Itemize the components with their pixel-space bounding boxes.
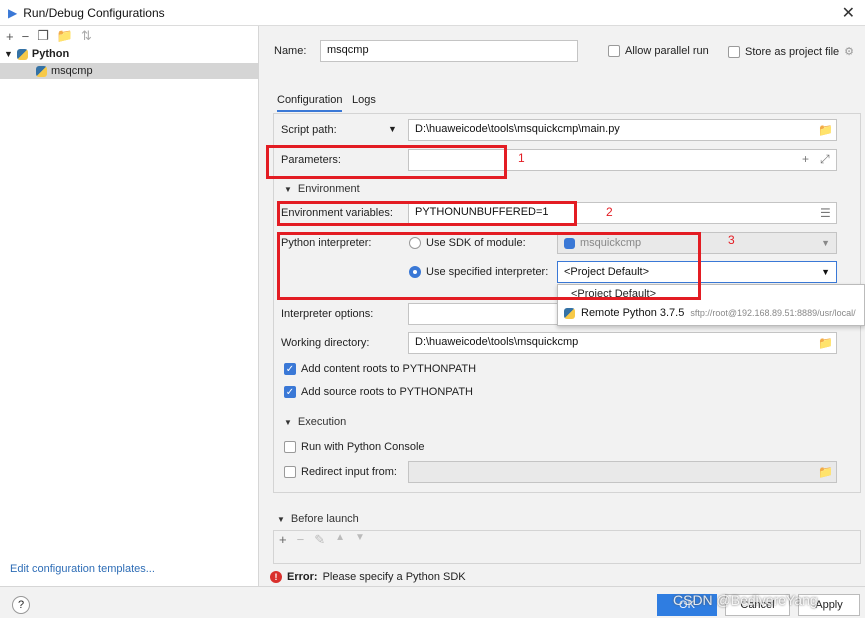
edit-icon[interactable]: ✎ <box>314 532 325 548</box>
copy-icon[interactable]: ❐ <box>37 28 49 44</box>
annotation-box-2 <box>277 201 577 226</box>
script-path-input[interactable]: D:\huaweicode\tools\msquickcmp\main.py <box>408 119 837 141</box>
window-title: Run/Debug Configurations <box>23 6 165 20</box>
tree-toolbar: + − ❐ 📁 ⇅ <box>0 26 259 46</box>
add-icon[interactable]: + <box>279 532 287 548</box>
allow-parallel-checkbox[interactable]: Allow parallel run <box>608 45 709 57</box>
tree-group-python[interactable]: ▼ Python <box>4 46 69 62</box>
list-icon[interactable]: ☰ <box>820 206 831 220</box>
close-icon[interactable]: ✕ <box>842 3 855 23</box>
folder-icon[interactable]: 📁 <box>57 28 73 44</box>
check-icon: ✓ <box>284 363 296 375</box>
script-path-label: Script path: <box>281 124 337 136</box>
error-icon: ! <box>270 571 282 583</box>
title-bar: ▶ Run/Debug Configurations ✕ <box>0 0 865 26</box>
sort-icon[interactable]: ⇅ <box>81 28 92 44</box>
remove-icon[interactable]: − <box>297 532 305 548</box>
add-source-roots-checkbox[interactable]: ✓ Add source roots to PYTHONPATH <box>284 386 473 398</box>
name-label: Name: <box>274 45 307 57</box>
working-directory-input[interactable]: D:\huaweicode\tools\msquickcmp <box>408 332 837 354</box>
environment-section[interactable]: ▼ Environment <box>284 183 360 195</box>
annotation-number-3: 3 <box>728 233 735 247</box>
chevron-down-icon: ▼ <box>821 238 830 248</box>
chevron-down-icon: ▼ <box>277 514 285 524</box>
annotation-number-1: 1 <box>518 151 525 165</box>
watermark: CSDN @BedivereYang <box>673 592 818 608</box>
working-directory-label: Working directory: <box>281 337 370 349</box>
folder-icon[interactable]: 📁 <box>818 465 833 479</box>
store-project-checkbox[interactable]: Store as project file ⚙ <box>728 45 854 58</box>
expand-icon[interactable]: ⤢ <box>820 152 830 167</box>
name-input[interactable]: msqcmp <box>320 40 578 62</box>
move-up-icon[interactable]: ▲ <box>335 532 345 548</box>
chevron-down-icon: ▼ <box>284 417 292 427</box>
redirect-input-field[interactable] <box>408 461 837 483</box>
before-launch-toolbar: + − ✎ ▲ ▼ <box>279 532 365 548</box>
add-content-roots-checkbox[interactable]: ✓ Add content roots to PYTHONPATH <box>284 363 476 375</box>
python-console-checkbox[interactable]: Run with Python Console <box>284 441 425 453</box>
remove-icon[interactable]: − <box>22 29 30 44</box>
before-launch-section[interactable]: ▼ Before launch <box>277 513 359 525</box>
redirect-input-checkbox[interactable]: Redirect input from: <box>284 466 397 478</box>
python-icon <box>564 307 575 319</box>
move-down-icon[interactable]: ▼ <box>355 532 365 548</box>
annotation-box-3 <box>277 232 701 300</box>
chevron-down-icon: ▼ <box>4 49 13 59</box>
left-pane <box>0 26 259 586</box>
tree-item-msqcmp[interactable]: msqcmp <box>0 63 259 79</box>
error-message: ! Error: Please specify a Python SDK <box>270 571 466 583</box>
edit-templates-link[interactable]: Edit configuration templates... <box>10 563 155 575</box>
help-button[interactable]: ? <box>12 596 30 614</box>
script-type-dropdown-icon[interactable]: ▼ <box>388 124 397 134</box>
execution-section[interactable]: ▼ Execution <box>284 416 346 428</box>
check-icon: ✓ <box>284 386 296 398</box>
python-icon <box>16 48 28 60</box>
python-icon <box>36 65 47 77</box>
chevron-down-icon: ▼ <box>284 184 292 194</box>
chevron-down-icon: ▼ <box>821 267 830 277</box>
folder-icon[interactable]: 📁 <box>818 336 833 350</box>
folder-icon[interactable]: 📁 <box>818 123 833 137</box>
annotation-number-2: 2 <box>606 205 613 219</box>
add-icon[interactable]: + <box>802 152 809 166</box>
gear-icon[interactable]: ⚙ <box>844 45 854 58</box>
tab-logs[interactable]: Logs <box>352 94 376 106</box>
annotation-box-1 <box>266 145 507 179</box>
tab-configuration[interactable]: Configuration <box>277 94 343 112</box>
dropdown-item-remote-python[interactable]: Remote Python 3.7.5 sftp://root@192.168.… <box>564 307 864 319</box>
interpreter-options-label: Interpreter options: <box>281 308 374 320</box>
app-icon: ▶ <box>8 6 18 20</box>
add-icon[interactable]: + <box>6 29 14 44</box>
